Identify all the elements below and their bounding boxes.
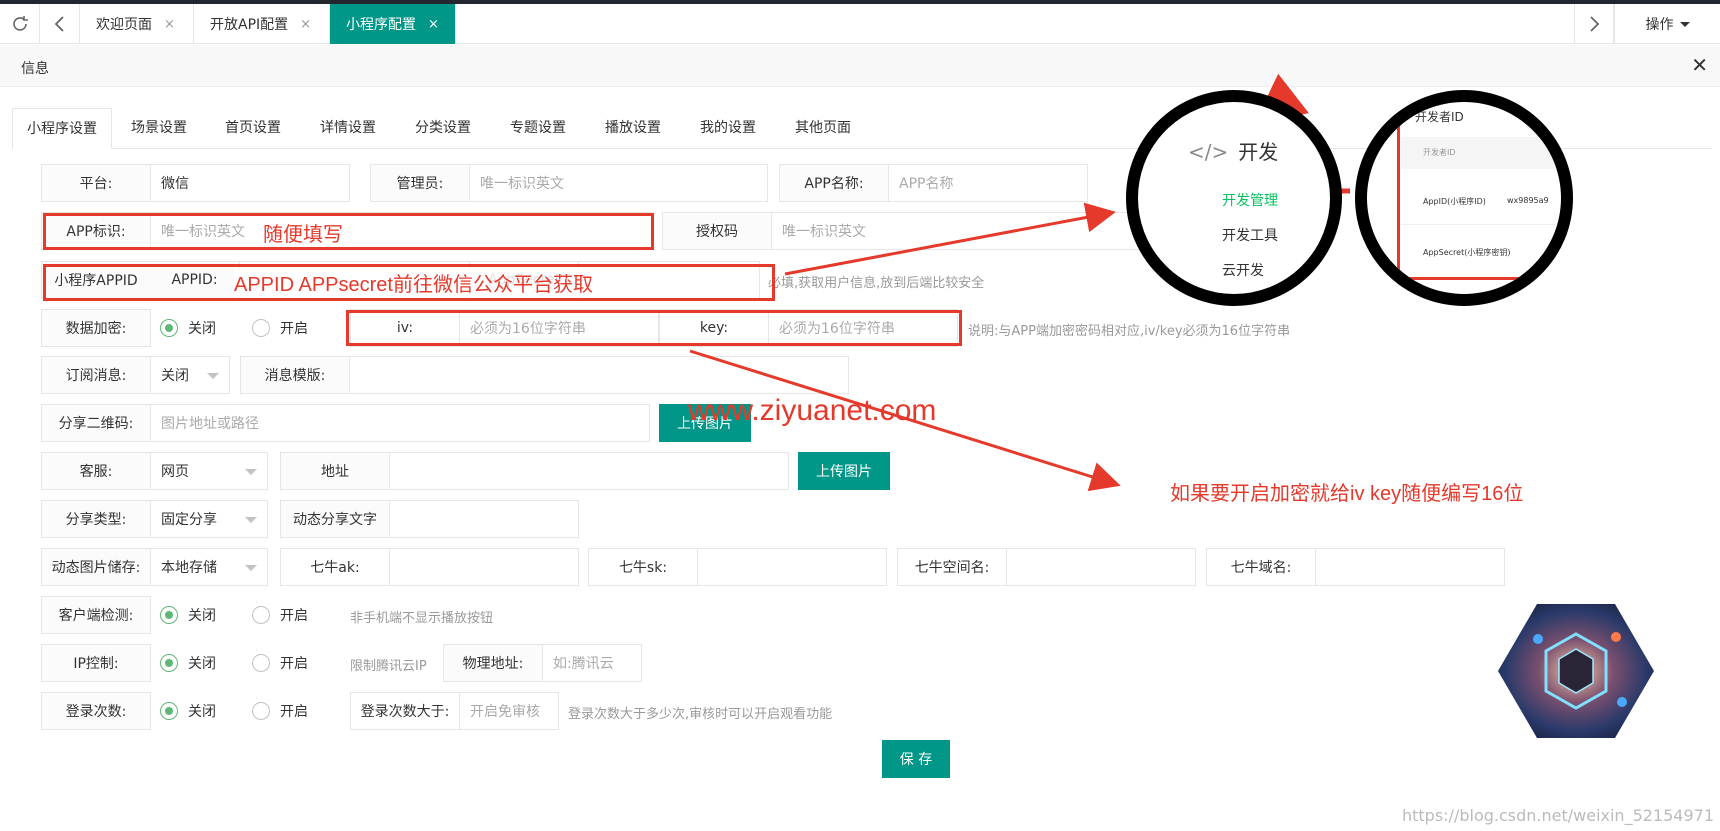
decorative-hexagon-image bbox=[1498, 604, 1654, 738]
appid-row-label: AppID(小程序ID) bbox=[1423, 197, 1486, 206]
developer-id-header: 开发者ID bbox=[1401, 137, 1561, 169]
row-divider bbox=[1401, 224, 1561, 225]
appid-row-value: wx9895a9 bbox=[1507, 196, 1549, 205]
red-highlight-bar bbox=[1397, 110, 1400, 280]
dev-manage-item: 开发管理 bbox=[1222, 193, 1278, 209]
dev-menu-circle: </> 开发 开发管理 开发工具 云开发 bbox=[1126, 90, 1342, 306]
dev-tools-item: 开发工具 bbox=[1222, 228, 1278, 244]
arrow-to-encrypt-note bbox=[689, 349, 1121, 492]
cloud-dev-item: 云开发 bbox=[1222, 263, 1264, 279]
red-highlight-bottom bbox=[1397, 277, 1561, 280]
dev-menu-title: </> 开发 bbox=[1188, 140, 1279, 164]
watermark: https://blog.csdn.net/weixin_52154971 bbox=[1401, 806, 1714, 825]
arrow-to-dev-panel bbox=[784, 202, 1116, 276]
appsecret-row-label: AppSecret(小程序密钥) bbox=[1423, 248, 1511, 257]
developer-id-circle: 开发者ID 开发者ID AppID(小程序ID) wx9895a9 AppSec… bbox=[1355, 90, 1573, 306]
code-icon: </> bbox=[1188, 140, 1229, 164]
developer-id-title: 开发者ID bbox=[1415, 110, 1464, 124]
